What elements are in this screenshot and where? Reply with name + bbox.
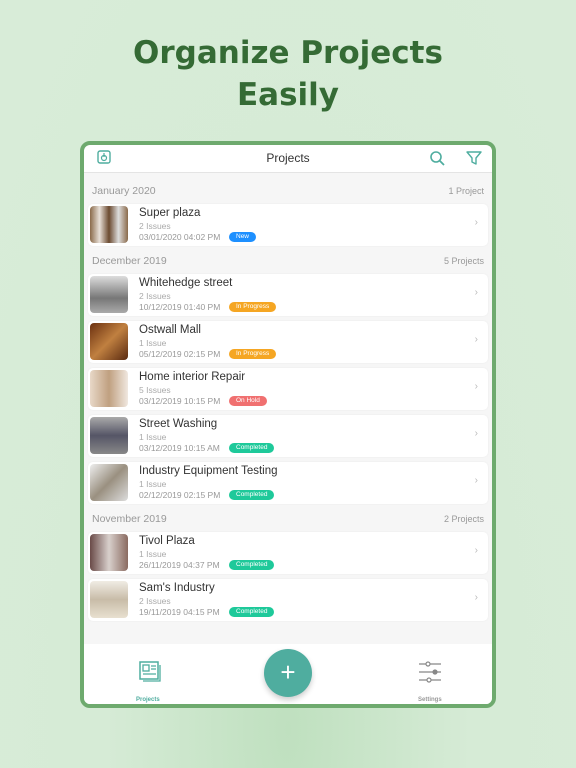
status-badge: Completed (229, 490, 275, 500)
chevron-right-icon: › (474, 381, 478, 392)
project-name: Industry Equipment Testing (139, 465, 278, 477)
project-row[interactable]: Whitehedge street 2 Issues 10/12/2019 01:4… (88, 274, 488, 316)
chevron-right-icon: › (474, 217, 478, 228)
project-issues: 1 Issue (139, 432, 167, 442)
project-row[interactable]: Street Washing 1 Issue 03/12/2019 10:15 AM… (88, 415, 488, 457)
project-row[interactable]: Sam's Industry 2 Issues 19/11/2019 04:15 P… (88, 579, 488, 621)
chevron-right-icon: › (474, 592, 478, 603)
project-issues: 1 Issue (139, 479, 167, 489)
status-badge: Completed (229, 560, 275, 570)
nav-projects-label[interactable]: Projects (136, 697, 160, 703)
project-issues: 5 Issues (139, 385, 171, 395)
add-project-button[interactable]: + (264, 649, 312, 697)
project-name: Sam's Industry (139, 582, 215, 594)
section-month: January 2020 (92, 185, 156, 197)
project-date: 03/12/2019 10:15 PM (139, 396, 221, 406)
project-thumbnail (90, 534, 128, 571)
status-badge: Completed (229, 443, 275, 453)
project-date: 10/12/2019 01:40 PM (139, 302, 221, 312)
project-issues: 1 Issue (139, 549, 167, 559)
project-thumbnail (90, 464, 128, 501)
project-issues: 1 Issue (139, 338, 167, 348)
project-thumbnail (90, 323, 128, 360)
section-month: December 2019 (92, 255, 167, 267)
project-thumbnail (90, 276, 128, 313)
projects-icon[interactable] (138, 661, 162, 683)
project-issues: 2 Issues (139, 221, 171, 231)
project-date: 03/12/2019 10:15 AM (139, 443, 220, 453)
chevron-right-icon: › (474, 475, 478, 486)
status-badge: In Progress (229, 302, 277, 312)
project-list: January 2020 1 Project Super plaza 2 Issues… (84, 173, 492, 653)
search-icon[interactable] (429, 150, 445, 166)
project-date: 26/11/2019 04:37 PM (139, 560, 220, 570)
project-thumbnail (90, 206, 128, 243)
top-bar: Projects (84, 145, 492, 173)
project-name: Ostwall Mall (139, 324, 201, 336)
project-date: 19/11/2019 04:15 PM (139, 607, 220, 617)
chevron-right-icon: › (474, 287, 478, 298)
section-count: 2 Projects (443, 514, 484, 524)
project-thumbnail (90, 581, 128, 618)
chevron-right-icon: › (474, 545, 478, 556)
section-header: December 2019 5 Projects (84, 251, 492, 271)
section-count: 1 Project (448, 186, 484, 196)
project-date: 05/12/2019 02:15 PM (139, 349, 221, 359)
project-date: 03/01/2020 04:02 PM (139, 232, 221, 242)
project-name: Whitehedge street (139, 277, 233, 289)
project-name: Street Washing (139, 418, 218, 430)
section-header: November 2019 2 Projects (84, 509, 492, 529)
project-name: Home interior Repair (139, 371, 246, 383)
section-count: 5 Projects (443, 256, 484, 266)
headline-line2: Easily (236, 77, 339, 113)
project-thumbnail (90, 370, 128, 407)
headline: Organize Projects Easily (0, 32, 576, 116)
section-month: November 2019 (92, 513, 167, 525)
nav-settings-label[interactable]: Settings (418, 697, 442, 703)
chevron-right-icon: › (474, 428, 478, 439)
section-header: January 2020 1 Project (84, 181, 492, 201)
status-badge: Completed (229, 607, 275, 617)
status-badge: New (229, 232, 257, 242)
project-issues: 2 Issues (139, 291, 171, 301)
project-row[interactable]: Tivol Plaza 1 Issue 26/11/2019 04:37 PM Com… (88, 532, 488, 574)
headline-line1: Organize Projects (133, 35, 443, 71)
status-badge: In Progress (229, 349, 277, 359)
filter-icon[interactable] (466, 150, 482, 166)
project-row[interactable]: Home interior Repair 5 Issues 03/12/2019 1… (88, 368, 488, 410)
project-name: Super plaza (139, 207, 201, 219)
device-frame: Projects January 2020 1 Project Super plaz… (80, 141, 496, 708)
project-name: Tivol Plaza (139, 535, 195, 547)
project-row[interactable]: Industry Equipment Testing 1 Issue 02/12/2… (88, 462, 488, 504)
project-row[interactable]: Super plaza 2 Issues 03/01/2020 04:02 PM Ne… (88, 204, 488, 246)
settings-icon[interactable] (418, 661, 442, 683)
status-badge: On Hold (229, 396, 267, 406)
project-thumbnail (90, 417, 128, 454)
chevron-right-icon: › (474, 334, 478, 345)
project-date: 02/12/2019 02:15 PM (139, 490, 221, 500)
project-row[interactable]: Ostwall Mall 1 Issue 05/12/2019 02:15 PM In… (88, 321, 488, 363)
project-issues: 2 Issues (139, 596, 171, 606)
